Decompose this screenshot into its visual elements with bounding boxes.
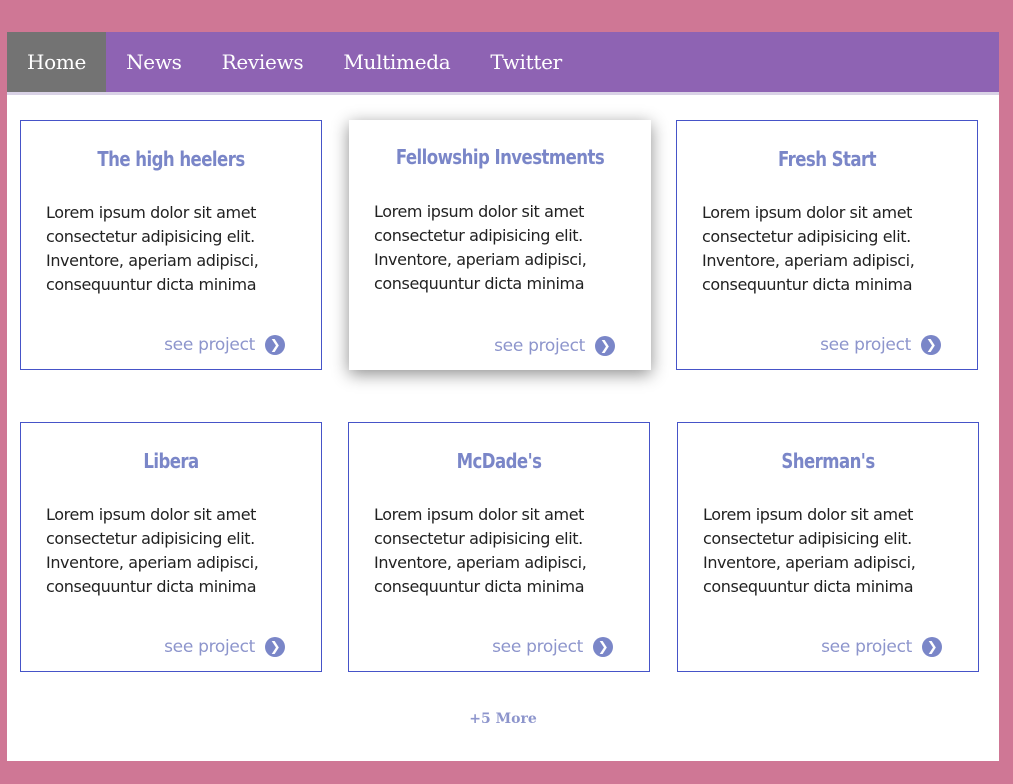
card-description: Lorem ipsum dolor sit amet consectetur a…: [374, 202, 587, 293]
see-project-link[interactable]: see project ❯: [164, 335, 285, 355]
project-card: Sherman's Lorem ipsum dolor sit amet con…: [677, 422, 979, 672]
see-project-label: see project: [492, 637, 583, 657]
card-title: Fellowship Investments: [395, 145, 605, 169]
chevron-right-circle-icon: ❯: [265, 335, 285, 355]
project-card: Libera Lorem ipsum dolor sit amet consec…: [20, 422, 322, 672]
chevron-right-circle-icon: ❯: [593, 637, 613, 657]
nav-item-home[interactable]: Home: [7, 32, 107, 92]
project-card: The high heelers Lorem ipsum dolor sit a…: [20, 120, 322, 370]
chevron-right-circle-icon: ❯: [595, 336, 615, 356]
see-project-label: see project: [820, 335, 911, 355]
chevron-right-circle-icon: ❯: [922, 637, 942, 657]
see-project-label: see project: [821, 637, 912, 657]
card-description: Lorem ipsum dolor sit amet consectetur a…: [374, 505, 587, 596]
project-card: McDade's Lorem ipsum dolor sit amet cons…: [348, 422, 650, 672]
nav-item-news[interactable]: News: [106, 32, 202, 92]
card-title: Fresh Start: [778, 147, 877, 171]
nav-item-multimeda[interactable]: Multimeda: [323, 32, 470, 92]
card-title: Sherman's: [781, 449, 875, 473]
card-description: Lorem ipsum dolor sit amet consectetur a…: [46, 505, 259, 596]
see-project-link[interactable]: see project ❯: [164, 637, 285, 657]
card-description: Lorem ipsum dolor sit amet consectetur a…: [46, 203, 259, 294]
see-project-link[interactable]: see project ❯: [494, 336, 615, 356]
more-projects-link[interactable]: +5 More: [7, 711, 999, 727]
card-description: Lorem ipsum dolor sit amet consectetur a…: [703, 505, 916, 596]
card-title: Libera: [143, 449, 199, 473]
see-project-link[interactable]: see project ❯: [820, 335, 941, 355]
see-project-label: see project: [164, 637, 255, 657]
nav-item-twitter[interactable]: Twitter: [470, 32, 582, 92]
see-project-label: see project: [494, 336, 585, 356]
see-project-link[interactable]: see project ❯: [821, 637, 942, 657]
card-description: Lorem ipsum dolor sit amet consectetur a…: [702, 203, 915, 294]
nav-item-reviews[interactable]: Reviews: [202, 32, 324, 92]
project-card: Fresh Start Lorem ipsum dolor sit amet c…: [676, 120, 978, 370]
see-project-link[interactable]: see project ❯: [492, 637, 613, 657]
project-card: Fellowship Investments Lorem ipsum dolor…: [349, 120, 651, 370]
card-title: The high heelers: [97, 147, 245, 171]
card-title: McDade's: [456, 449, 542, 473]
chevron-right-circle-icon: ❯: [265, 637, 285, 657]
page-frame: Home News Reviews Multimeda Twitter The …: [7, 32, 999, 761]
chevron-right-circle-icon: ❯: [921, 335, 941, 355]
top-nav: Home News Reviews Multimeda Twitter: [7, 32, 999, 95]
see-project-label: see project: [164, 335, 255, 355]
